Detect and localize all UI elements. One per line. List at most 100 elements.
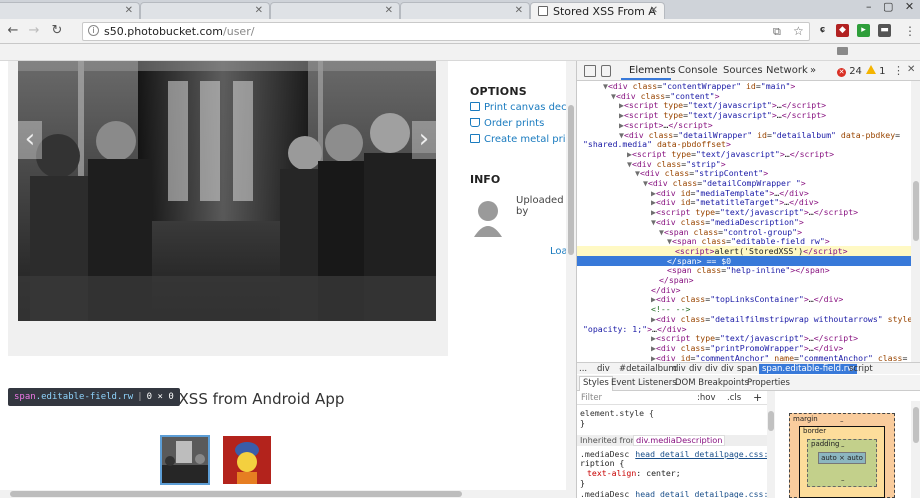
dom-node[interactable]: ▶<script type="text/javascript">…</scrip… <box>577 100 911 110</box>
styles-scrollbar[interactable] <box>767 391 775 498</box>
close-tab-icon[interactable]: ✕ <box>385 5 393 16</box>
breadcrumb-item[interactable]: span.editable-field.rw <box>759 364 858 374</box>
reload-button[interactable]: ↻ <box>50 23 64 38</box>
rule-source-link[interactable]: head_detail_detailpage.css:1 <box>635 489 767 498</box>
dom-node[interactable]: ▼<div class="contentWrapper" id="main"> <box>577 81 911 91</box>
dom-node[interactable]: <script>alert('StoredXSS')</script> <box>577 245 911 256</box>
metal-prints-link[interactable]: Create metal prints <box>470 134 576 145</box>
breadcrumb-item[interactable]: div <box>597 364 610 374</box>
dom-node[interactable]: ▶<div id="mediaTemplate">…</div> <box>577 188 911 198</box>
new-rule-button[interactable]: + <box>753 391 762 404</box>
page-vertical-scroll-thumb[interactable] <box>568 105 574 255</box>
browser-tab[interactable]: ✕ <box>400 2 530 19</box>
inspect-element-icon[interactable] <box>584 65 596 77</box>
tab-properties[interactable]: Properties <box>747 378 790 388</box>
close-tab-icon[interactable]: ✕ <box>515 5 523 16</box>
dom-node[interactable]: <span class="help-inline"></span> <box>577 265 911 275</box>
box-model-scrollbar[interactable] <box>911 401 920 498</box>
dom-tree-scroll-thumb[interactable] <box>913 181 919 241</box>
thumbnail-cartoon[interactable] <box>223 436 271 484</box>
previous-photo-button[interactable]: ‹ <box>18 121 42 159</box>
tab-elements[interactable]: Elements <box>629 65 676 76</box>
rule-selector-text[interactable]: .mediaDesc <box>580 489 629 498</box>
dom-node[interactable]: ▶<script type="text/javascript">…</scrip… <box>577 333 911 343</box>
tab-console[interactable]: Console <box>678 65 718 76</box>
hover-state-toggle[interactable]: :hov <box>697 393 715 403</box>
dom-tree-scrollbar[interactable] <box>911 81 920 362</box>
menu-icon[interactable]: ⋮ <box>904 24 916 38</box>
browser-tab-active[interactable]: Stored XSS From A ✕ <box>530 2 665 19</box>
close-tab-icon[interactable]: ✕ <box>255 5 263 16</box>
page-horizontal-scrollbar[interactable] <box>0 490 576 498</box>
tab-event-listeners[interactable]: Event Listeners <box>611 378 677 388</box>
device-toolbar-icon[interactable] <box>601 65 611 77</box>
back-button[interactable]: ← <box>6 23 20 38</box>
tab-sources[interactable]: Sources <box>723 65 763 76</box>
devtools-menu-icon[interactable]: ⋮ <box>893 64 904 77</box>
box-model-content[interactable]: auto × auto <box>818 452 866 464</box>
tab-dom-breakpoints[interactable]: DOM Breakpoints <box>675 378 749 388</box>
dom-node[interactable]: ▶<div class="detailfilmstripwrap without… <box>577 314 911 324</box>
page-horizontal-scroll-thumb[interactable] <box>10 491 462 497</box>
class-toggle[interactable]: .cls <box>727 393 741 403</box>
dom-node[interactable]: ▶<script type="text/javascript">…</scrip… <box>577 207 911 217</box>
uploader-avatar[interactable] <box>472 197 504 237</box>
element-style-rule[interactable]: element.style { <box>580 408 654 418</box>
tab-network[interactable]: Network <box>766 65 808 76</box>
breadcrumb-item[interactable]: script <box>849 364 873 374</box>
box-model-border[interactable]: border padding – auto × auto – <box>799 426 885 498</box>
dom-node[interactable]: ▼<div class="mediaDescription"> <box>577 217 911 227</box>
box-model-scroll-thumb[interactable] <box>913 407 919 443</box>
dom-node[interactable]: </div> <box>577 285 911 295</box>
extension-play-icon[interactable]: ▸ <box>857 24 870 37</box>
inherited-element-link[interactable]: div.mediaDescription <box>633 435 726 446</box>
dom-node[interactable]: "shared.media" data-pbdoffset> <box>577 139 911 149</box>
breadcrumb-item[interactable]: div <box>689 364 702 374</box>
dom-node[interactable]: ▶<div class="printPromoWrapper">…</div> <box>577 343 911 353</box>
more-tabs-button[interactable]: » <box>810 65 816 76</box>
breadcrumb-item[interactable]: div <box>705 364 718 374</box>
bookmark-star-icon[interactable]: ☆ <box>793 24 804 38</box>
dom-node[interactable]: ▶<script type="text/javascript">…</scrip… <box>577 110 911 120</box>
error-warning-counter[interactable]: ✕ 24 1 <box>837 65 885 77</box>
next-photo-button[interactable]: › <box>412 121 436 159</box>
browser-tab[interactable]: ✕ <box>0 2 140 19</box>
breadcrumb-item[interactable]: #detailalbum <box>619 364 677 374</box>
dom-node[interactable]: ▶<div class="topLinksContainer">…</div> <box>577 294 911 304</box>
browser-tab[interactable]: ✕ <box>270 2 400 19</box>
dom-node[interactable]: "opacity: 1;">…</div> <box>577 324 911 334</box>
dom-node[interactable]: ▼<div class="strip"> <box>577 159 911 169</box>
css-declaration[interactable]: text-align: center; <box>587 468 681 478</box>
dom-node[interactable]: ▼<div class="detailCompWrapper "> <box>577 178 911 188</box>
dom-node[interactable]: ▶<script type="text/javascript">…</scrip… <box>577 149 911 159</box>
dom-node[interactable]: ▶<script>…</script> <box>577 120 911 130</box>
close-devtools-icon[interactable]: ✕ <box>907 64 915 75</box>
translate-icon[interactable]: ⧉ <box>773 25 781 39</box>
tab-styles[interactable]: Styles <box>579 376 613 391</box>
dom-node[interactable]: ▶<div id="commentAnchor" name="commentAn… <box>577 353 911 362</box>
extension-shield-icon[interactable]: ◆ <box>836 24 849 37</box>
close-tab-icon[interactable]: ✕ <box>125 5 133 16</box>
page-vertical-scrollbar[interactable] <box>566 61 576 490</box>
styles-scroll-thumb[interactable] <box>768 411 774 431</box>
breadcrumb-item[interactable]: ... <box>579 364 587 374</box>
url-text[interactable]: s50.photobucket.com/user/ <box>104 25 254 38</box>
forward-button[interactable]: → <box>27 23 41 38</box>
extension-icon[interactable]: ɕ <box>816 24 829 37</box>
breadcrumb-item[interactable]: div <box>673 364 686 374</box>
dom-node[interactable]: ▼<div class="detailWrapper" id="detailal… <box>577 130 911 140</box>
breadcrumb-item[interactable]: span <box>737 364 757 374</box>
dom-tree[interactable]: ▼<div class="contentWrapper" id="main"> ▼… <box>577 81 911 362</box>
dom-node[interactable]: ▼<div class="stripContent"> <box>577 168 911 178</box>
rule-source-link[interactable]: head_detail_detailpage.css:1 <box>635 449 767 459</box>
box-model-padding[interactable]: padding – auto × auto – <box>807 439 877 487</box>
styles-filter-input[interactable]: Filter <box>581 393 602 403</box>
dom-node[interactable]: </span> <box>577 275 911 285</box>
dom-node[interactable]: ▼<div class="content"> <box>577 91 911 101</box>
thumbnail-subway[interactable] <box>160 435 210 485</box>
box-model-margin[interactable]: margin – border padding – auto × auto – <box>789 413 895 498</box>
dom-node[interactable]: ▼<span class="editable-field rw"> <box>577 236 911 246</box>
dom-node[interactable]: <!-- --> <box>577 304 911 314</box>
address-bar[interactable]: i s50.photobucket.com/user/ ⧉ ☆ <box>82 22 810 41</box>
extension-mask-icon[interactable]: ▬ <box>878 24 891 37</box>
